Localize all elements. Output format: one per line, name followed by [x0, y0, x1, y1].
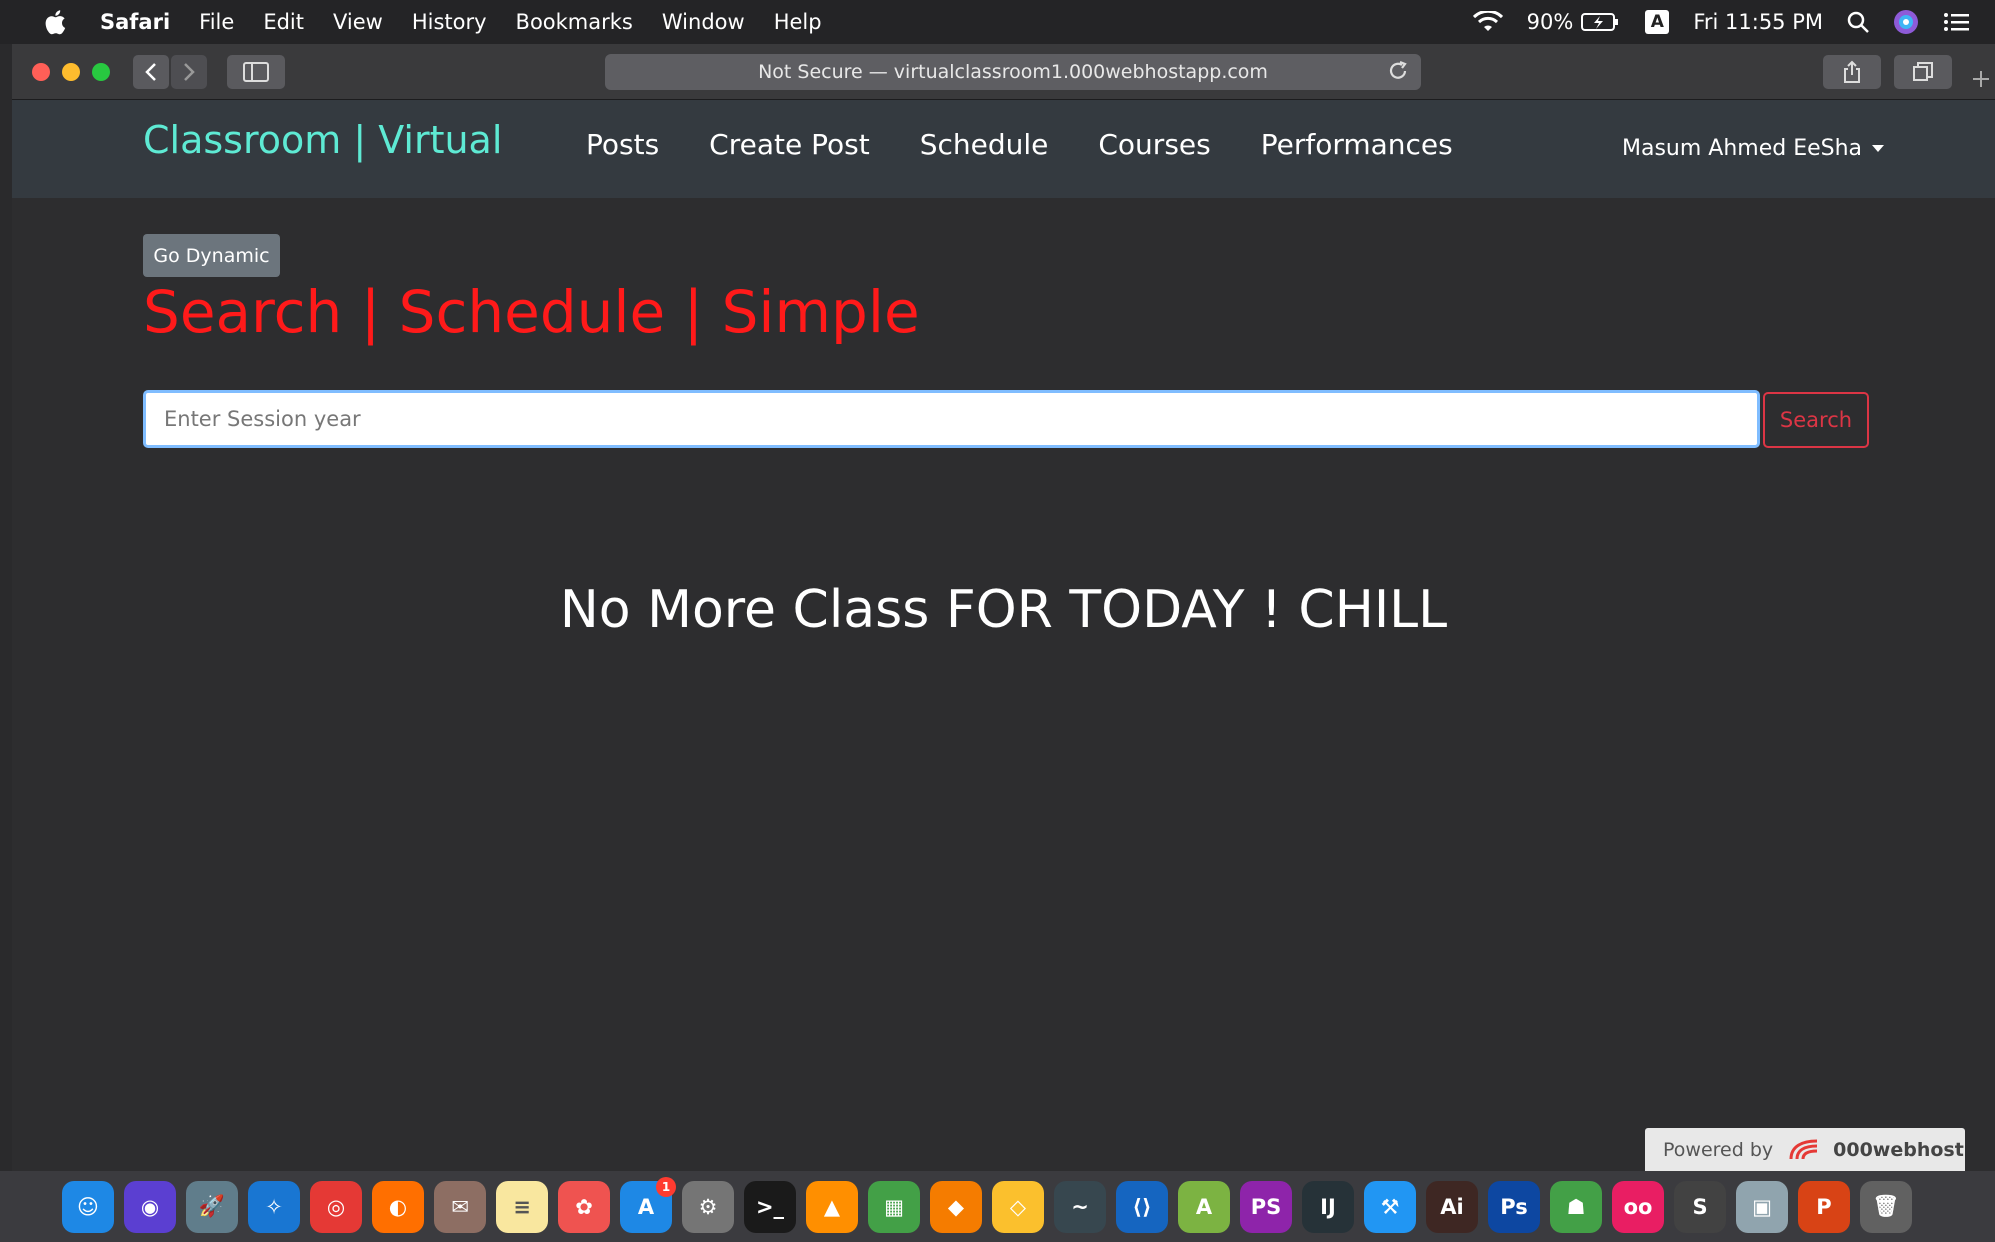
- trash-icon[interactable]: 🗑: [1860, 1180, 1912, 1233]
- chevron-right-icon: [184, 63, 195, 81]
- vscode-icon[interactable]: ⟨⟩: [1116, 1180, 1168, 1233]
- search-button[interactable]: Search: [1763, 392, 1869, 448]
- siri-icon[interactable]: [1893, 9, 1919, 35]
- reload-icon[interactable]: [1387, 60, 1409, 87]
- tabs-icon: [1913, 62, 1933, 81]
- terminal-icon[interactable]: >_: [744, 1180, 796, 1233]
- dock: ☺ ◉ 🚀 ✧ ◎ ◐ ✉ ≡ ✿ A 1 ⚙ >_ ▲ ▦ ◆ ◇ ~ ⟨⟩ A PS IJ ⚒ Ai Ps ☗ oo S ▣ P 🗑: [0, 1171, 1995, 1242]
- nav-performances-link[interactable]: Performances: [1261, 128, 1453, 161]
- firefox-icon[interactable]: ◐: [372, 1180, 424, 1233]
- powerpoint-icon[interactable]: P: [1798, 1180, 1850, 1233]
- menu-help[interactable]: Help: [774, 10, 822, 34]
- app-store-icon[interactable]: A1: [620, 1176, 676, 1233]
- site-brand-link[interactable]: Classroom | Virtual: [143, 118, 502, 162]
- site-nav-links: Posts Create Post Schedule Courses Perfo…: [586, 128, 1503, 161]
- sidebar-toggle-button[interactable]: [227, 55, 285, 89]
- go-dynamic-button[interactable]: Go Dynamic: [143, 234, 280, 277]
- user-dropdown[interactable]: Masum Ahmed EeSha: [1622, 136, 1885, 161]
- menu-window[interactable]: Window: [662, 10, 745, 34]
- share-icon: [1844, 60, 1860, 83]
- phpstorm-icon[interactable]: PS: [1240, 1180, 1292, 1233]
- menu-clock[interactable]: Fri 11:55 PM: [1693, 10, 1823, 34]
- battery-icon[interactable]: [1581, 12, 1621, 32]
- nav-posts-link[interactable]: Posts: [586, 128, 659, 161]
- new-tab-button[interactable]: [1967, 58, 1995, 100]
- chevron-left-icon: [145, 63, 156, 81]
- sublime-text-icon[interactable]: S: [1674, 1180, 1726, 1233]
- tab-overview-button[interactable]: [1894, 55, 1952, 89]
- photoshop-icon[interactable]: Ps: [1488, 1180, 1540, 1233]
- no-class-message: No More Class FOR TODAY ! CHILL: [559, 580, 1448, 640]
- nav-schedule-link[interactable]: Schedule: [920, 128, 1049, 161]
- system-preferences-icon[interactable]: ⚙: [682, 1180, 734, 1233]
- site-navbar: Classroom | Virtual Posts Create Post Sc…: [12, 100, 1995, 198]
- input-source-icon[interactable]: A: [1645, 10, 1670, 34]
- archive-utility-icon[interactable]: ▣: [1736, 1180, 1788, 1233]
- android-studio-icon[interactable]: A: [1178, 1180, 1230, 1233]
- finder-icon[interactable]: ☺: [62, 1180, 114, 1233]
- menu-history[interactable]: History: [412, 10, 487, 34]
- photos-icon[interactable]: ✿: [558, 1180, 610, 1233]
- web-page: Classroom | Virtual Posts Create Post Sc…: [12, 100, 1995, 1171]
- microsoft-icon[interactable]: ▦: [868, 1180, 920, 1233]
- nav-create-post-link[interactable]: Create Post: [709, 128, 870, 161]
- share-button[interactable]: [1823, 55, 1881, 89]
- apple-icon[interactable]: [40, 7, 70, 37]
- notes-icon[interactable]: ≡: [496, 1180, 548, 1233]
- notification-badge: 1: [656, 1176, 676, 1197]
- menu-bar: Safari File Edit View History Bookmarks …: [0, 0, 1995, 44]
- caret-down-icon: [1872, 145, 1885, 152]
- mysql-workbench-icon[interactable]: ~: [1054, 1180, 1106, 1233]
- menu-view[interactable]: View: [333, 10, 383, 34]
- powered-by-badge[interactable]: Powered by 000webhost: [1645, 1128, 1965, 1171]
- sequel-pro-icon[interactable]: ◆: [930, 1180, 982, 1233]
- vlc-icon[interactable]: ▲: [806, 1180, 858, 1233]
- android-file-transfer-icon[interactable]: ☗: [1550, 1180, 1602, 1233]
- powered-by-brand: 000webhost: [1833, 1138, 1964, 1161]
- address-bar[interactable]: Not Secure — virtualclassroom1.000webhos…: [605, 54, 1421, 90]
- sketch-icon[interactable]: ◇: [992, 1180, 1044, 1233]
- mail-icon[interactable]: ✉: [434, 1180, 486, 1233]
- session-year-input[interactable]: [143, 390, 1760, 448]
- browser-toolbar: Not Secure — virtualclassroom1.000webhos…: [12, 44, 1995, 100]
- menu-app-safari[interactable]: Safari: [100, 10, 170, 34]
- zoom-window-button[interactable]: [92, 63, 110, 81]
- app-oo-icon[interactable]: oo: [1612, 1180, 1664, 1233]
- launchpad-icon[interactable]: 🚀: [186, 1180, 238, 1233]
- battery-percentage: 90%: [1526, 10, 1574, 34]
- powered-by-label: Powered by: [1663, 1138, 1774, 1161]
- back-button[interactable]: [133, 55, 169, 89]
- address-text: Not Secure — virtualclassroom1.000webhos…: [758, 61, 1268, 83]
- forward-button[interactable]: [171, 55, 207, 89]
- siri-icon[interactable]: ◉: [124, 1180, 176, 1233]
- nav-courses-link[interactable]: Courses: [1098, 128, 1210, 161]
- close-window-button[interactable]: [32, 63, 50, 81]
- plus-icon: [1973, 71, 1989, 87]
- xcode-icon[interactable]: ⚒: [1364, 1180, 1416, 1233]
- notification-center-icon[interactable]: [1943, 11, 1971, 33]
- sidebar-icon: [243, 62, 269, 82]
- minimize-window-button[interactable]: [62, 63, 80, 81]
- menu-bookmarks[interactable]: Bookmarks: [516, 10, 633, 34]
- safari-icon[interactable]: ✧: [248, 1180, 300, 1233]
- spotlight-search-icon[interactable]: [1847, 11, 1869, 33]
- 000webhost-logo-icon: [1787, 1137, 1823, 1163]
- illustrator-icon[interactable]: Ai: [1426, 1180, 1478, 1233]
- wifi-icon[interactable]: [1472, 11, 1503, 33]
- menu-edit[interactable]: Edit: [263, 10, 304, 34]
- intellij-icon[interactable]: IJ: [1302, 1180, 1354, 1233]
- page-headline: Search | Schedule | Simple: [143, 278, 920, 346]
- user-name: Masum Ahmed EeSha: [1622, 136, 1863, 161]
- menu-file[interactable]: File: [199, 10, 234, 34]
- chrome-icon[interactable]: ◎: [310, 1180, 362, 1233]
